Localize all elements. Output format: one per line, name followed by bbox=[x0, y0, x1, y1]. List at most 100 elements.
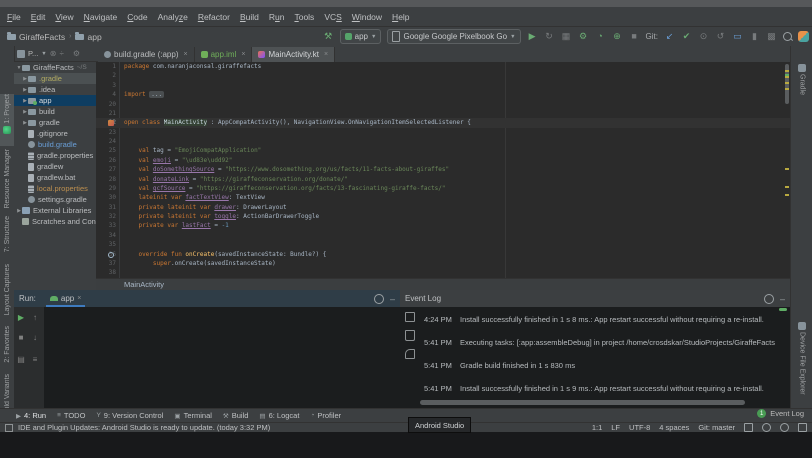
tree-item-gradle-properties[interactable]: gradle.properties bbox=[14, 150, 96, 161]
stripe-device-file-explorer[interactable]: Device File Explorer bbox=[794, 322, 810, 400]
override-gutter-icon[interactable] bbox=[108, 252, 114, 258]
highlight-level-icon[interactable] bbox=[762, 423, 771, 432]
toolwindow-profiler[interactable]: ◔Profiler bbox=[310, 411, 341, 420]
profile-button[interactable]: ◔ bbox=[595, 32, 606, 41]
sdk-manager-button[interactable]: ▩ bbox=[766, 32, 777, 41]
collapse-all-button[interactable]: ÷ bbox=[59, 49, 63, 58]
breadcrumb-giraffefacts[interactable]: GiraffeFacts bbox=[7, 32, 65, 42]
git-rollback-button[interactable]: ↺ bbox=[715, 32, 726, 41]
toolwindow-6-logcat[interactable]: ▤6: Logcat bbox=[259, 411, 299, 420]
event-log-toggle-button[interactable]: 1 Event Log bbox=[757, 409, 804, 418]
minimize-icon[interactable]: – bbox=[390, 294, 395, 304]
toggle-toolwindows-icon[interactable] bbox=[5, 424, 13, 432]
make-project-hammer-icon[interactable]: ⚒ bbox=[323, 32, 334, 41]
menu-file[interactable]: File bbox=[7, 12, 21, 22]
code-editor[interactable]: 1package com.naranjaconsal.giraffefacts2… bbox=[96, 62, 790, 278]
tree-item--gradle[interactable]: ▶.gradle bbox=[14, 73, 96, 84]
menu-edit[interactable]: Edit bbox=[31, 12, 46, 22]
menu-tools[interactable]: Tools bbox=[294, 12, 314, 22]
git-update-button[interactable]: ↙ bbox=[664, 32, 675, 41]
toolwindow-9-version-control[interactable]: Y9: Version Control bbox=[96, 411, 163, 420]
menu-code[interactable]: Code bbox=[127, 12, 147, 22]
git-history-button[interactable]: ⊙ bbox=[698, 32, 709, 41]
status-git-master[interactable]: Git: master bbox=[698, 423, 735, 432]
apply-code-changes-button[interactable]: ▦ bbox=[561, 32, 572, 41]
class-gutter-icon[interactable] bbox=[108, 120, 114, 126]
tree-item-gradlew-bat[interactable]: gradlew.bat bbox=[14, 172, 96, 183]
soft-wrap-button[interactable]: ≡ bbox=[29, 355, 41, 364]
attach-debugger-button[interactable]: ⊕ bbox=[612, 32, 623, 41]
restart-activity-button[interactable]: ▤ bbox=[15, 355, 27, 364]
mark-all-read-icon[interactable] bbox=[405, 312, 415, 322]
tree-item--idea[interactable]: ▶.idea bbox=[14, 84, 96, 95]
stripe-gradle[interactable]: Gradle bbox=[794, 64, 810, 104]
menu-run[interactable]: Run bbox=[269, 12, 285, 22]
status-message[interactable]: IDE and Plugin Updates: Android Studio i… bbox=[18, 423, 270, 432]
down-stack-trace-button[interactable]: ↓ bbox=[29, 333, 41, 342]
lock-icon[interactable] bbox=[744, 423, 753, 432]
tree-item-build[interactable]: ▶build bbox=[14, 106, 96, 117]
tree-item-local-properties[interactable]: local.properties bbox=[14, 183, 96, 194]
gear-icon[interactable] bbox=[764, 294, 774, 304]
tree-item-scratches-and-consoles[interactable]: Scratches and Consoles bbox=[14, 216, 96, 227]
run-button[interactable]: ▶ bbox=[527, 32, 538, 41]
menu-refactor[interactable]: Refactor bbox=[198, 12, 230, 22]
minimize-icon[interactable]: – bbox=[780, 294, 785, 304]
stop-button[interactable]: ■ bbox=[629, 32, 640, 41]
close-icon[interactable]: × bbox=[324, 51, 328, 58]
run-tab-app[interactable]: app × bbox=[46, 290, 85, 307]
tab-mainactivity-kt[interactable]: MainActivity.kt× bbox=[252, 47, 335, 62]
breadcrumb-app[interactable]: app bbox=[75, 32, 101, 42]
memory-indicator-icon[interactable] bbox=[798, 423, 807, 432]
toolwindow-build[interactable]: ⚒Build bbox=[223, 411, 249, 420]
toolwindow-4-run[interactable]: ▶4: Run bbox=[16, 411, 46, 420]
breadcrumb[interactable]: MainActivity bbox=[124, 280, 164, 289]
locate-file-button[interactable]: ⊗ bbox=[50, 49, 57, 58]
status-4-spaces[interactable]: 4 spaces bbox=[659, 423, 689, 432]
device-file-explorer-button[interactable]: ▭ bbox=[732, 32, 743, 41]
tree-item-external-libraries[interactable]: ▶External Libraries bbox=[14, 205, 96, 216]
event-log-hscrollbar[interactable] bbox=[420, 400, 745, 405]
menu-vcs[interactable]: VCS bbox=[324, 12, 341, 22]
tree-item-build-gradle[interactable]: build.gradle bbox=[14, 139, 96, 150]
close-icon[interactable]: × bbox=[241, 51, 245, 58]
device-manager-button[interactable]: ▮ bbox=[749, 32, 760, 41]
menu-build[interactable]: Build bbox=[240, 12, 259, 22]
tree-item-settings-gradle[interactable]: settings.gradle bbox=[14, 194, 96, 205]
run-configuration-selector[interactable]: app ▼ bbox=[340, 29, 382, 44]
stripe-resource-manager[interactable]: Resource Manager bbox=[0, 149, 14, 211]
stripe-2-favorites[interactable]: 2: Favorites bbox=[0, 326, 14, 370]
clear-log-trash-icon[interactable] bbox=[405, 330, 415, 341]
stripe-7-structure[interactable]: 7: Structure bbox=[0, 216, 14, 260]
profile-avatar[interactable] bbox=[798, 31, 809, 42]
panel-settings-gear-icon[interactable]: ⚙ bbox=[73, 49, 80, 58]
apply-changes-button[interactable]: ↻ bbox=[544, 32, 555, 41]
debug-button[interactable]: ⚙ bbox=[578, 32, 589, 41]
event-log-settings-wrench-icon[interactable] bbox=[405, 349, 415, 359]
tree-item-gradlew[interactable]: gradlew bbox=[14, 161, 96, 172]
menu-analyze[interactable]: Analyze bbox=[158, 12, 188, 22]
menu-window[interactable]: Window bbox=[352, 12, 382, 22]
status-1-1[interactable]: 1:1 bbox=[592, 423, 602, 432]
tree-item-giraffefacts[interactable]: ▼GiraffeFacts~/S bbox=[14, 62, 96, 73]
git-commit-button[interactable]: ✔ bbox=[681, 32, 692, 41]
tree-item-app[interactable]: ▶app bbox=[14, 95, 96, 106]
toolwindow-terminal[interactable]: ▣Terminal bbox=[174, 411, 212, 420]
inspection-icon[interactable] bbox=[780, 423, 789, 432]
event-log-vscroll-thumb[interactable] bbox=[779, 308, 787, 311]
tree-item-gradle[interactable]: ▶gradle bbox=[14, 117, 96, 128]
up-stack-trace-button[interactable]: ↑ bbox=[29, 313, 41, 322]
stripe-layout-captures[interactable]: Layout Captures bbox=[0, 264, 14, 320]
search-everywhere-icon[interactable] bbox=[783, 32, 792, 41]
status-utf-8[interactable]: UTF-8 bbox=[629, 423, 650, 432]
rerun-button[interactable]: ▶ bbox=[15, 313, 27, 322]
stripe-1-project[interactable]: 1: Project bbox=[0, 94, 14, 146]
device-selector[interactable]: Google Google Pixelbook Go ▼ bbox=[387, 29, 520, 44]
status-lf[interactable]: LF bbox=[611, 423, 620, 432]
stop-process-button[interactable]: ■ bbox=[15, 333, 27, 342]
tab-app-iml[interactable]: app.iml× bbox=[195, 47, 253, 62]
menu-navigate[interactable]: Navigate bbox=[84, 12, 118, 22]
menu-help[interactable]: Help bbox=[392, 12, 409, 22]
tab-build-gradle-app-[interactable]: build.gradle (:app)× bbox=[98, 47, 195, 62]
close-icon[interactable]: × bbox=[77, 295, 81, 302]
